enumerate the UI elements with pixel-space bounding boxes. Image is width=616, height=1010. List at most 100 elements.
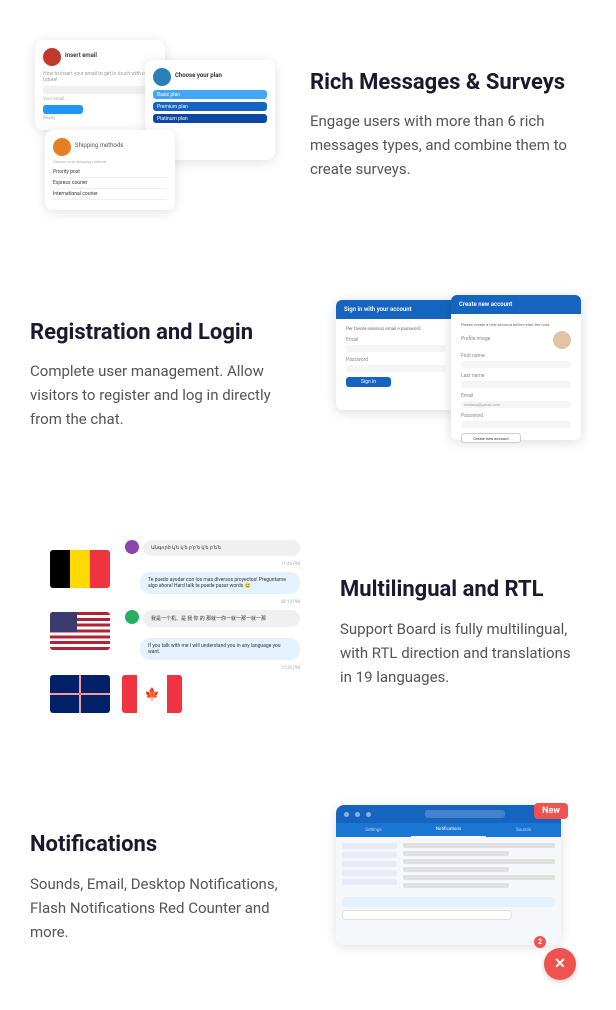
create-hint: Please create a new account before start… xyxy=(461,322,571,327)
email-placeholder: Your email... xyxy=(43,97,157,102)
lastname-label: Last name xyxy=(461,373,571,379)
new-badge: New xyxy=(534,803,568,819)
create-account-button[interactable]: Create new account xyxy=(461,433,521,443)
multilingual-text: Multilingual and RTL Support Board is fu… xyxy=(340,576,586,689)
chat-bubble-2: Te puedo ayudar con los mas diversos pro… xyxy=(140,572,300,594)
chat-time-1: 11:44 PM xyxy=(143,562,300,567)
section-notifications: Settings Notifications Sounds xyxy=(0,765,616,1010)
section-registration: Sign in with your account Per favore ins… xyxy=(0,250,616,500)
shipping-subtitle: Choose your shipping method xyxy=(53,159,167,164)
chat-bubble-4: If you talk with me I will understand yo… xyxy=(140,638,300,660)
topbar-dot-1 xyxy=(344,812,349,817)
canada-flag: 🍁 xyxy=(122,675,182,713)
notif-screen: Settings Notifications Sounds xyxy=(336,805,561,945)
registration-image: Sign in with your account Per favore ins… xyxy=(326,290,586,460)
multilingual-title: Multilingual and RTL xyxy=(340,576,586,605)
belgium-flag xyxy=(50,550,110,588)
sidebar-item-3 xyxy=(342,861,397,867)
profile-avatar xyxy=(553,331,571,349)
plan-platinum: Platinum plan xyxy=(153,114,267,123)
email-input-bar xyxy=(43,86,157,94)
maple-leaf-icon: 🍁 xyxy=(145,687,160,701)
password-field-input xyxy=(346,365,446,372)
chat-row-2: Te puedo ayudar con los mas diversos pro… xyxy=(125,572,300,605)
tab-settings[interactable]: Settings xyxy=(336,823,411,837)
bubble-wrap-1: Անգործ կ'ե կ'ե բ'բ'ե կ'ե բ'ե'ե 11:44 PM xyxy=(143,540,300,567)
topbar-url xyxy=(377,810,553,818)
multilingual-image: 🍁 Անգործ կ'ե կ'ե բ'բ'ե կ'ե բ'ե'ե 11:44 P… xyxy=(30,540,320,725)
password-label: Password xyxy=(346,357,446,363)
create-account-card: Create new account Please create a new a… xyxy=(451,295,581,440)
section-multilingual: 🍁 Անգործ կ'ե կ'ե բ'բ'ե կ'ե բ'ե'ե 11:44 P… xyxy=(0,500,616,765)
registration-text: Registration and Login Complete user man… xyxy=(30,319,306,432)
notif-topbar xyxy=(336,805,561,823)
usa-canton xyxy=(50,612,77,632)
rich-mockup: Insert email How to insert your email to… xyxy=(35,40,285,210)
chat-time-4: 13:20 PM xyxy=(125,666,300,671)
chat-bubbles-area: Անգործ կ'ե կ'ե բ'բ'ե կ'ե բ'ե'ե 11:44 PM … xyxy=(125,540,300,676)
canada-left xyxy=(122,675,137,713)
password-create-label: Password xyxy=(461,413,571,419)
shipping-title: Shipping methods xyxy=(75,142,123,149)
firstname-input xyxy=(461,361,571,368)
tab-notifications[interactable]: Notifications xyxy=(411,823,486,837)
avatar-icon xyxy=(43,48,61,66)
belgium-red xyxy=(90,550,110,588)
shipping-card: Shipping methods Choose your shipping me… xyxy=(45,130,175,210)
belgium-black xyxy=(50,550,70,588)
url-bar xyxy=(425,810,505,818)
plan-title: Choose your plan xyxy=(175,72,222,79)
australia-pattern xyxy=(50,675,110,713)
notification-counter: 2 xyxy=(534,936,546,948)
close-button[interactable]: ✕ xyxy=(544,948,576,980)
notif-tabs: Settings Notifications Sounds xyxy=(336,823,561,837)
notif-chat-area xyxy=(336,897,561,920)
canada-right xyxy=(167,675,182,713)
content-row-4 xyxy=(403,867,509,872)
content-row-5 xyxy=(403,875,555,880)
australia-flag xyxy=(50,675,110,713)
shipping-option-3: International courier xyxy=(53,189,167,200)
rich-messages-desc: Engage users with more than 6 rich messa… xyxy=(310,109,586,181)
chat-avatar-1 xyxy=(125,540,139,554)
email-create-input: melissa@gmail.com xyxy=(461,401,571,408)
notif-content-area xyxy=(403,843,555,891)
content-row-1 xyxy=(403,843,555,848)
notif-mockup: Settings Notifications Sounds xyxy=(336,805,576,970)
chat-bubble-3: 我是一个机、是 我 你 的 那就一你一就一那一就一那 xyxy=(143,610,300,627)
chat-row-1: Անգործ կ'ե կ'ե բ'բ'ե կ'ե բ'ե'ե 11:44 PM xyxy=(125,540,300,567)
email-hint: How to insert your email to get in touch… xyxy=(43,71,157,83)
canada-center: 🍁 xyxy=(137,675,167,713)
email-create-label: Email xyxy=(461,393,571,399)
signin-header: Sign in with your account xyxy=(336,300,456,319)
registration-desc: Complete user management. Allow visitors… xyxy=(30,359,306,431)
rich-messages-text: Rich Messages & Surveys Engage users wit… xyxy=(310,69,586,182)
topbar-dot-3 xyxy=(366,812,371,817)
multilingual-desc: Support Board is fully multilingual, wit… xyxy=(340,617,586,689)
chat-preview-1 xyxy=(342,897,555,907)
belgium-yellow xyxy=(70,550,90,588)
shipping-option-2: Express courier xyxy=(53,178,167,189)
plan-premium: Premium plan xyxy=(153,102,267,111)
card-label: Insert email xyxy=(65,52,97,59)
email-field-input xyxy=(346,345,446,352)
topbar-dot-2 xyxy=(355,812,360,817)
tab-sounds[interactable]: Sounds xyxy=(486,823,561,837)
lastname-input xyxy=(461,381,571,388)
email-label: Email xyxy=(346,337,446,343)
signin-button[interactable]: Sign in xyxy=(346,377,391,387)
plan-basic: Basic plan xyxy=(153,90,267,99)
email-btn xyxy=(43,105,83,114)
sidebar-item-2 xyxy=(342,852,397,858)
content-row-6 xyxy=(403,883,509,888)
firstname-label: First name xyxy=(461,353,571,359)
notif-sidebar xyxy=(342,843,397,891)
usa-flag xyxy=(50,612,110,650)
avatar-icon-2 xyxy=(53,138,71,156)
rich-messages-title: Rich Messages & Surveys xyxy=(310,69,586,98)
chat-preview-2 xyxy=(342,910,512,920)
rich-messages-image: Insert email How to insert your email to… xyxy=(30,40,290,210)
chat-row-4: If you talk with me I will understand yo… xyxy=(125,638,300,671)
section-rich-messages: Insert email How to insert your email to… xyxy=(0,0,616,250)
notifications-image: Settings Notifications Sounds xyxy=(326,805,586,970)
